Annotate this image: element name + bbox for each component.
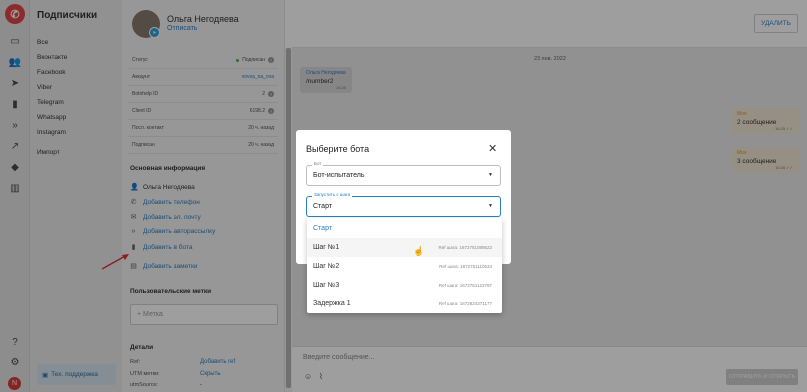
- close-icon[interactable]: ✕: [488, 142, 497, 155]
- modal-title: Выберите бота: [306, 144, 370, 154]
- step-option[interactable]: Шаг №2 Ref шага: 1672751110534: [307, 257, 502, 276]
- step-option[interactable]: Старт: [307, 219, 502, 238]
- hand-cursor-icon: ☝: [413, 246, 425, 256]
- step-option-label: Шаг №1: [313, 244, 340, 251]
- bot-select-value: Бот-испытатель: [313, 172, 365, 179]
- chevron-down-icon: ▼: [488, 203, 493, 209]
- step-option-ref: Ref шага: 1672751123797: [438, 283, 492, 288]
- step-option-label: Шаг №3: [313, 282, 340, 289]
- step-option-ref: Ref шага: 1672824371177: [438, 301, 492, 306]
- step-option[interactable]: Задержка 1 Ref шага: 1672824371177: [307, 294, 502, 313]
- step-option-label: Старт: [313, 225, 333, 232]
- start-step-label: Запустить с шага: [312, 192, 352, 197]
- bot-select[interactable]: Бот Бот-испытатель ▼: [306, 161, 501, 186]
- step-option[interactable]: Шаг №3 Ref шага: 1672751123797: [307, 276, 502, 295]
- bot-select-label: Бот: [312, 161, 324, 166]
- step-option-label: Задержка 1: [313, 300, 351, 307]
- step-option-label: Шаг №2: [313, 263, 340, 270]
- step-option[interactable]: Шаг №1 Ref шага: 1672751089522: [307, 238, 502, 257]
- step-option-ref: Ref шага: 1672751089522: [438, 245, 492, 250]
- step-dropdown: Старт Шаг №1 Ref шага: 1672751089522 Шаг…: [307, 218, 502, 313]
- start-step-select[interactable]: Запустить с шага Старт ▼: [306, 192, 501, 217]
- chevron-down-icon: ▼: [488, 172, 493, 178]
- start-step-value: Старт: [313, 203, 333, 210]
- step-option-ref: Ref шага: 1672751110534: [439, 264, 492, 269]
